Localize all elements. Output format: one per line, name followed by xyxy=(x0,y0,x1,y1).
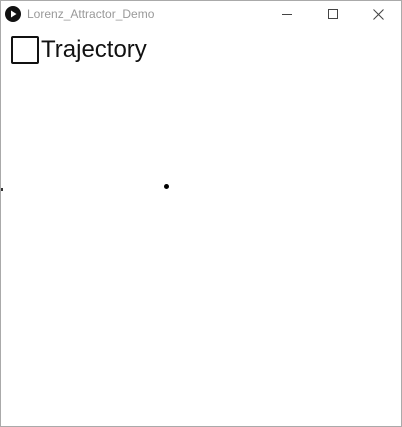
trajectory-checkbox[interactable] xyxy=(11,36,39,64)
attractor-point xyxy=(164,184,169,189)
trajectory-checkbox-label[interactable]: Trajectory xyxy=(41,35,147,65)
close-icon xyxy=(372,8,384,20)
maximize-icon xyxy=(328,9,338,19)
canvas-edge-mark xyxy=(1,188,3,191)
play-icon xyxy=(5,6,21,22)
app-window: Lorenz_Attractor_Demo Trajectory xyxy=(0,0,402,427)
minimize-button[interactable] xyxy=(264,1,310,27)
window-title: Lorenz_Attractor_Demo xyxy=(27,7,155,21)
close-button[interactable] xyxy=(355,1,401,27)
sketch-canvas[interactable]: Trajectory xyxy=(1,27,401,426)
maximize-button[interactable] xyxy=(310,1,356,27)
title-bar[interactable]: Lorenz_Attractor_Demo xyxy=(1,1,401,27)
minimize-icon xyxy=(282,14,292,15)
